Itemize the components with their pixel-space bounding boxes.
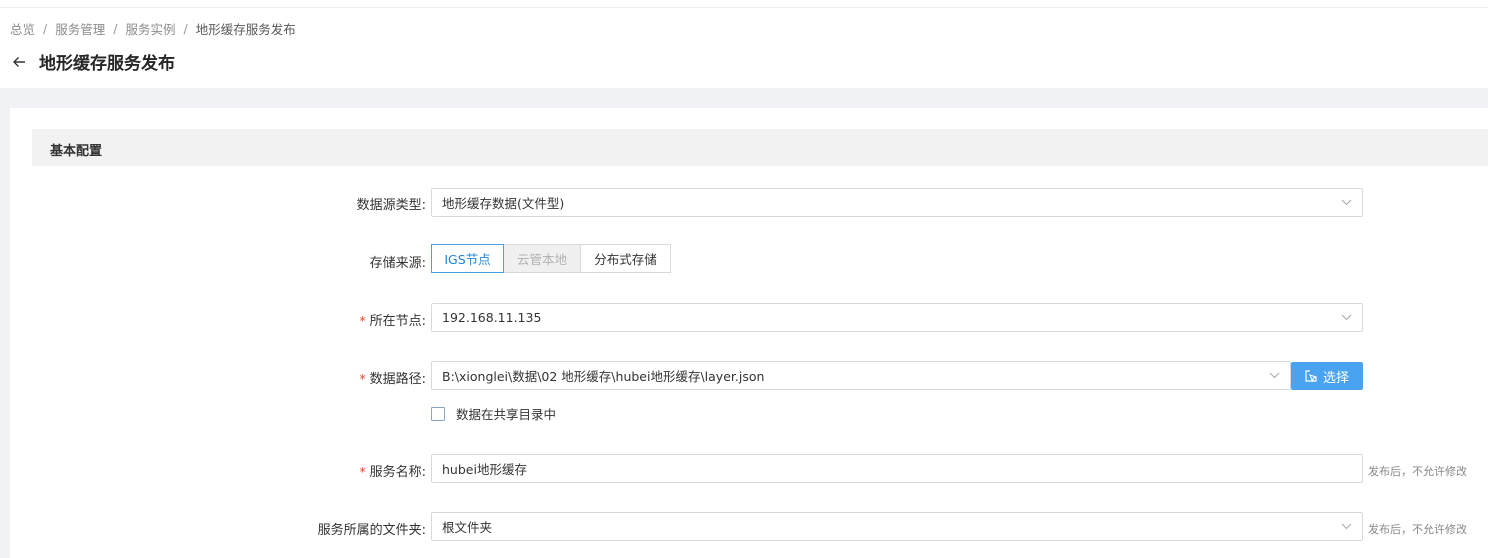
select-path-button[interactable]: 选择 bbox=[1291, 362, 1363, 390]
required-mark: * bbox=[359, 372, 366, 386]
storage-option-igs-node[interactable]: IGS节点 bbox=[431, 244, 504, 273]
shared-dir-label[interactable]: 数据在共享目录中 bbox=[456, 404, 556, 423]
data-path-label: * 数据路径: bbox=[360, 368, 426, 387]
folder-label-text: 服务所属的文件夹: bbox=[317, 523, 426, 538]
storage-source-label: 存储来源: bbox=[370, 252, 426, 271]
breadcrumb: 总览 / 服务管理 / 服务实例 / 地形缓存服务发布 bbox=[10, 19, 296, 38]
section-title: 基本配置 bbox=[50, 144, 103, 159]
chevron-down-icon bbox=[1340, 312, 1352, 324]
storage-source-radio-group: IGS节点 云管本地 分布式存储 bbox=[431, 244, 671, 273]
top-strip bbox=[0, 0, 1488, 8]
select-cursor-icon bbox=[1305, 370, 1317, 382]
node-label: * 所在节点: bbox=[360, 310, 426, 329]
breadcrumb-item-overview[interactable]: 总览 bbox=[10, 19, 35, 38]
breadcrumb-separator: / bbox=[43, 21, 48, 36]
required-mark: * bbox=[359, 465, 366, 479]
node-select[interactable]: 192.168.11.135 bbox=[431, 303, 1363, 332]
page-title: 地形缓存服务发布 bbox=[39, 54, 175, 74]
chevron-down-icon bbox=[1340, 521, 1352, 533]
breadcrumb-separator: / bbox=[183, 21, 188, 36]
title-row: 地形缓存服务发布 bbox=[10, 49, 175, 74]
datasource-type-label: 数据源类型: bbox=[357, 194, 426, 213]
node-value: 192.168.11.135 bbox=[442, 310, 542, 325]
folder-hint: 发布后，不允许修改 bbox=[1368, 523, 1467, 536]
required-mark: * bbox=[359, 314, 366, 328]
datasource-type-select[interactable]: 地形缓存数据(文件型) bbox=[431, 188, 1363, 217]
breadcrumb-current: 地形缓存服务发布 bbox=[195, 22, 296, 37]
node-label-text: 所在节点: bbox=[369, 314, 426, 329]
folder-select[interactable]: 根文件夹 bbox=[431, 512, 1363, 541]
page-header: 总览 / 服务管理 / 服务实例 / 地形缓存服务发布 地形缓存服务发布 bbox=[0, 8, 1488, 88]
breadcrumb-item-service-management[interactable]: 服务管理 bbox=[55, 19, 105, 38]
data-path-label-text: 数据路径: bbox=[369, 372, 426, 387]
breadcrumb-separator: / bbox=[113, 21, 118, 36]
folder-label: 服务所属的文件夹: bbox=[318, 519, 426, 538]
service-name-label-text: 服务名称: bbox=[369, 465, 426, 480]
datasource-type-label-text: 数据源类型: bbox=[356, 198, 426, 213]
select-path-button-label: 选择 bbox=[1322, 370, 1349, 386]
shared-dir-row: 数据在共享目录中 bbox=[431, 404, 556, 423]
data-path-value: B:\xionglei\数据\02 地形缓存\hubei地形缓存\layer.j… bbox=[442, 369, 765, 384]
folder-value: 根文件夹 bbox=[442, 520, 493, 535]
shared-dir-checkbox[interactable] bbox=[431, 406, 445, 421]
chevron-down-icon bbox=[1268, 370, 1280, 382]
section-header: 基本配置 bbox=[32, 129, 1488, 166]
datasource-type-value: 地形缓存数据(文件型) bbox=[442, 196, 565, 211]
breadcrumb-item-service-instances[interactable]: 服务实例 bbox=[125, 19, 175, 38]
form-card: 基本配置 数据源类型: 地形缓存数据(文件型) 存储来源: IGS节点 云管本地… bbox=[10, 108, 1488, 558]
storage-option-cloud-local[interactable]: 云管本地 bbox=[503, 244, 581, 273]
service-name-label: * 服务名称: bbox=[360, 461, 426, 480]
arrow-left-icon[interactable] bbox=[10, 53, 28, 71]
service-name-value: hubei地形缓存 bbox=[442, 462, 527, 477]
storage-option-distributed[interactable]: 分布式存储 bbox=[580, 244, 671, 273]
service-name-hint: 发布后，不允许修改 bbox=[1368, 465, 1467, 478]
service-name-input[interactable]: hubei地形缓存 bbox=[431, 454, 1363, 483]
data-path-select[interactable]: B:\xionglei\数据\02 地形缓存\hubei地形缓存\layer.j… bbox=[431, 361, 1291, 390]
storage-source-label-text: 存储来源: bbox=[369, 256, 426, 271]
chevron-down-icon bbox=[1340, 197, 1352, 209]
